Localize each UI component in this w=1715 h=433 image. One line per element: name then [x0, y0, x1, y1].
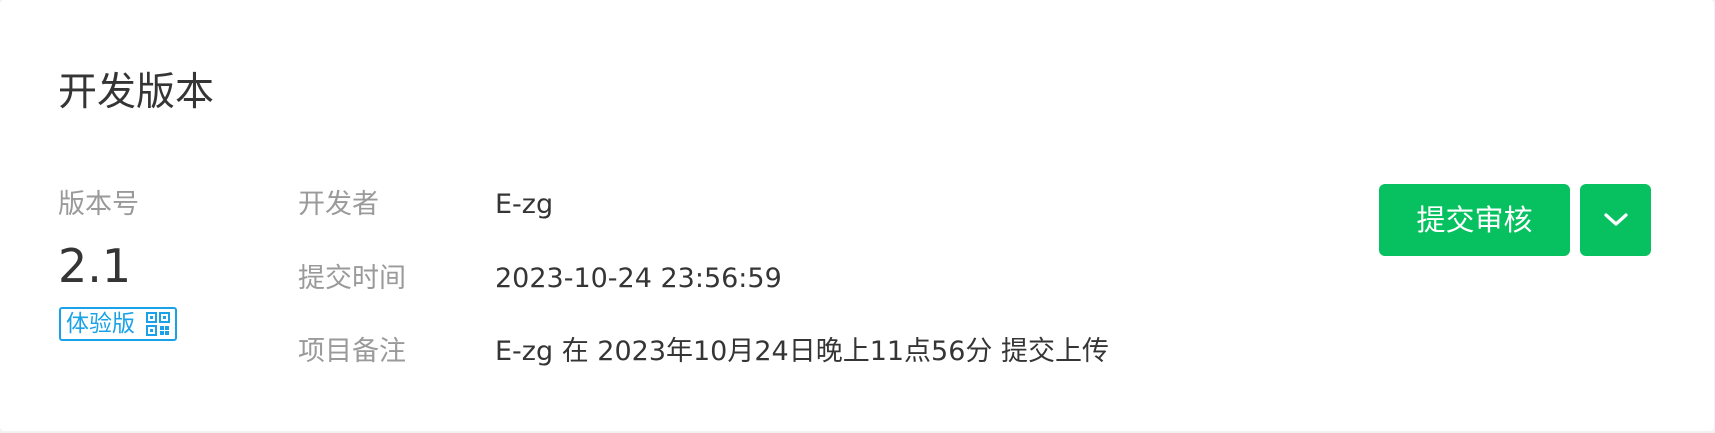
submit-review-button[interactable]: 提交审核	[1379, 184, 1570, 256]
project-note-label: 项目备注	[298, 336, 406, 367]
qrcode-icon	[146, 312, 170, 336]
experience-version-label: 体验版	[66, 311, 135, 337]
dev-version-card: 开发版本 版本号 2.1 体验版 开发者 E-zg 提交时间 2023-10-2…	[0, 0, 1714, 431]
section-title: 开发版本	[58, 70, 215, 115]
more-actions-dropdown-button[interactable]	[1580, 184, 1651, 256]
version-number: 2.1	[58, 239, 132, 293]
project-note-value: E-zg 在 2023年10月24日晚上11点56分 提交上传	[495, 336, 1109, 367]
developer-value: E-zg	[495, 189, 554, 220]
submit-time-label: 提交时间	[298, 263, 406, 294]
submit-time-value: 2023-10-24 23:56:59	[495, 263, 782, 294]
developer-label: 开发者	[298, 189, 379, 220]
version-label: 版本号	[58, 189, 139, 220]
chevron-down-icon	[1603, 213, 1628, 226]
experience-version-badge[interactable]: 体验版	[59, 307, 177, 341]
